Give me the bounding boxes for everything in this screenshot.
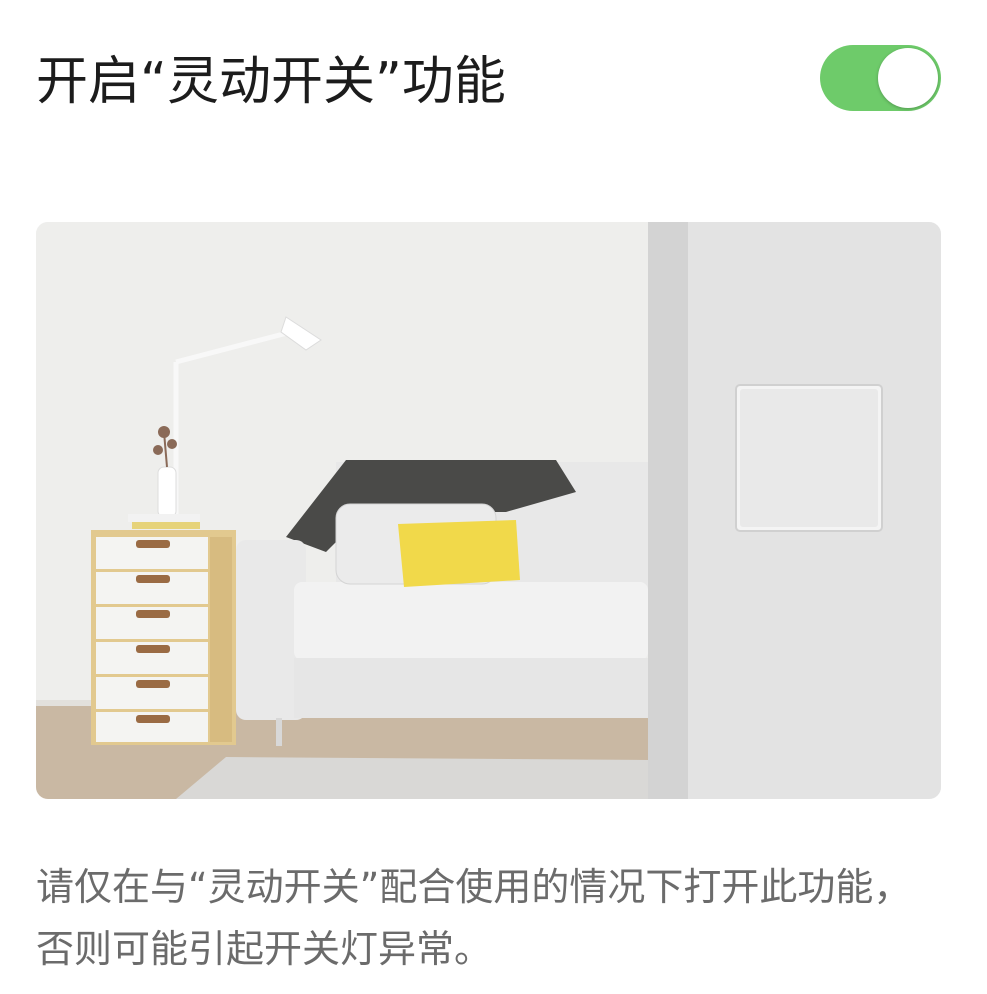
illustration-image [36, 222, 941, 799]
toggle-knob [878, 48, 938, 108]
feature-description: 请仅在与“灵动开关”配合使用的情况下打开此功能，否则可能引起开关灯异常。 [36, 865, 912, 971]
dresser [91, 530, 236, 745]
smart-switch-toggle[interactable] [820, 45, 941, 111]
page-title: 开启“灵动开关”功能 [36, 52, 506, 112]
wall-switch [735, 384, 883, 532]
